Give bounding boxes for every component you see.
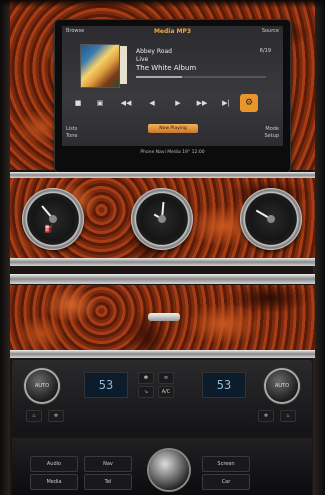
screen-header: Browse Media MP3 Source bbox=[62, 28, 283, 40]
screen-title: Media MP3 bbox=[153, 28, 192, 35]
track-title: Abbey Road bbox=[136, 48, 172, 55]
now-playing-button[interactable]: Now Playing bbox=[148, 124, 198, 133]
climate-control-panel: AUTO 53 ✽ ≋ ↘ A/C 53 AUTO ♨ ❄ ❄ ♨ bbox=[12, 360, 312, 435]
track-progress-bar[interactable] bbox=[136, 76, 266, 78]
screen-footer: Lists Tone Now Playing Mode Setup bbox=[62, 124, 283, 146]
volume-knob[interactable] bbox=[149, 450, 189, 490]
previous-track-icon[interactable]: ◀◀ bbox=[120, 97, 132, 109]
fast-forward-icon[interactable]: ▶▶ bbox=[196, 97, 208, 109]
audio-button[interactable]: Audio bbox=[30, 456, 78, 472]
glovebox-handle[interactable] bbox=[148, 313, 180, 321]
fuel-gauge-icon: ⛽ bbox=[22, 188, 84, 250]
ac-button[interactable]: A/C bbox=[158, 386, 174, 398]
mode-button[interactable]: Mode bbox=[265, 126, 279, 132]
lists-button[interactable]: Lists bbox=[66, 126, 77, 132]
chrome-trim-bottom bbox=[10, 350, 315, 358]
fuel-gauge-cap bbox=[49, 215, 57, 223]
clock-icon bbox=[131, 188, 193, 250]
airflow-icon[interactable]: ↘ bbox=[138, 386, 154, 398]
fan-icon[interactable]: ✽ bbox=[138, 372, 154, 384]
gauge-panel: ⛽ bbox=[10, 178, 315, 258]
seat-heat-right-icon[interactable]: ♨ bbox=[280, 410, 296, 422]
playback-controls: ■ ▣ ◀◀ ◀ ▶ ▶▶ ▶| ⚙ bbox=[72, 94, 277, 112]
next-track-icon[interactable]: ▶| bbox=[220, 97, 232, 109]
media-button[interactable]: Media bbox=[30, 474, 78, 490]
setup-button[interactable]: Setup bbox=[264, 133, 279, 139]
screen-status-bar: Phone Navi Media 19° 12:00 bbox=[62, 148, 283, 158]
source-button[interactable]: Source bbox=[262, 28, 279, 34]
temperature-gauge-cap bbox=[267, 215, 275, 223]
stop-icon[interactable]: ■ bbox=[72, 97, 84, 109]
left-temperature-display: 53 bbox=[84, 372, 128, 398]
tel-button[interactable]: Tel bbox=[84, 474, 132, 490]
chrome-trim-middle bbox=[10, 258, 315, 266]
right-temperature-knob[interactable]: AUTO bbox=[266, 370, 298, 402]
track-number: 6/19 bbox=[259, 48, 271, 54]
dashboard-left-trim bbox=[0, 0, 10, 495]
seat-cool-left-icon[interactable]: ❄ bbox=[48, 410, 64, 422]
defrost-icon[interactable]: ≋ bbox=[158, 372, 174, 384]
infotainment-screen: Browse Media MP3 Source Abbey Road Live … bbox=[62, 26, 283, 146]
seat-cool-right-icon[interactable]: ❄ bbox=[258, 410, 274, 422]
seat-heat-left-icon[interactable]: ♨ bbox=[26, 410, 42, 422]
top-shadow bbox=[0, 0, 325, 8]
car-button[interactable]: Car bbox=[202, 474, 250, 490]
track-artist: Live bbox=[136, 56, 149, 63]
temperature-gauge-icon bbox=[240, 188, 302, 250]
screen-button[interactable]: Screen bbox=[202, 456, 250, 472]
track-progress-fill bbox=[136, 76, 182, 78]
fuel-pump-icon: ⛽ bbox=[44, 225, 53, 233]
right-temperature-display: 53 bbox=[202, 372, 246, 398]
options-icon[interactable]: ⚙ bbox=[240, 94, 258, 112]
chrome-trim-lower bbox=[10, 274, 315, 284]
track-album: The White Album bbox=[136, 64, 197, 72]
tone-button[interactable]: Tone bbox=[66, 133, 78, 139]
rewind-icon[interactable]: ◀ bbox=[146, 97, 158, 109]
play-icon[interactable]: ▶ bbox=[172, 97, 184, 109]
repeat-icon[interactable]: ▣ bbox=[94, 97, 106, 109]
album-art bbox=[80, 44, 120, 88]
clock-cap bbox=[158, 215, 166, 223]
nav-button[interactable]: Nav bbox=[84, 456, 132, 472]
left-temperature-knob[interactable]: AUTO bbox=[26, 370, 58, 402]
album-insert bbox=[120, 46, 127, 84]
